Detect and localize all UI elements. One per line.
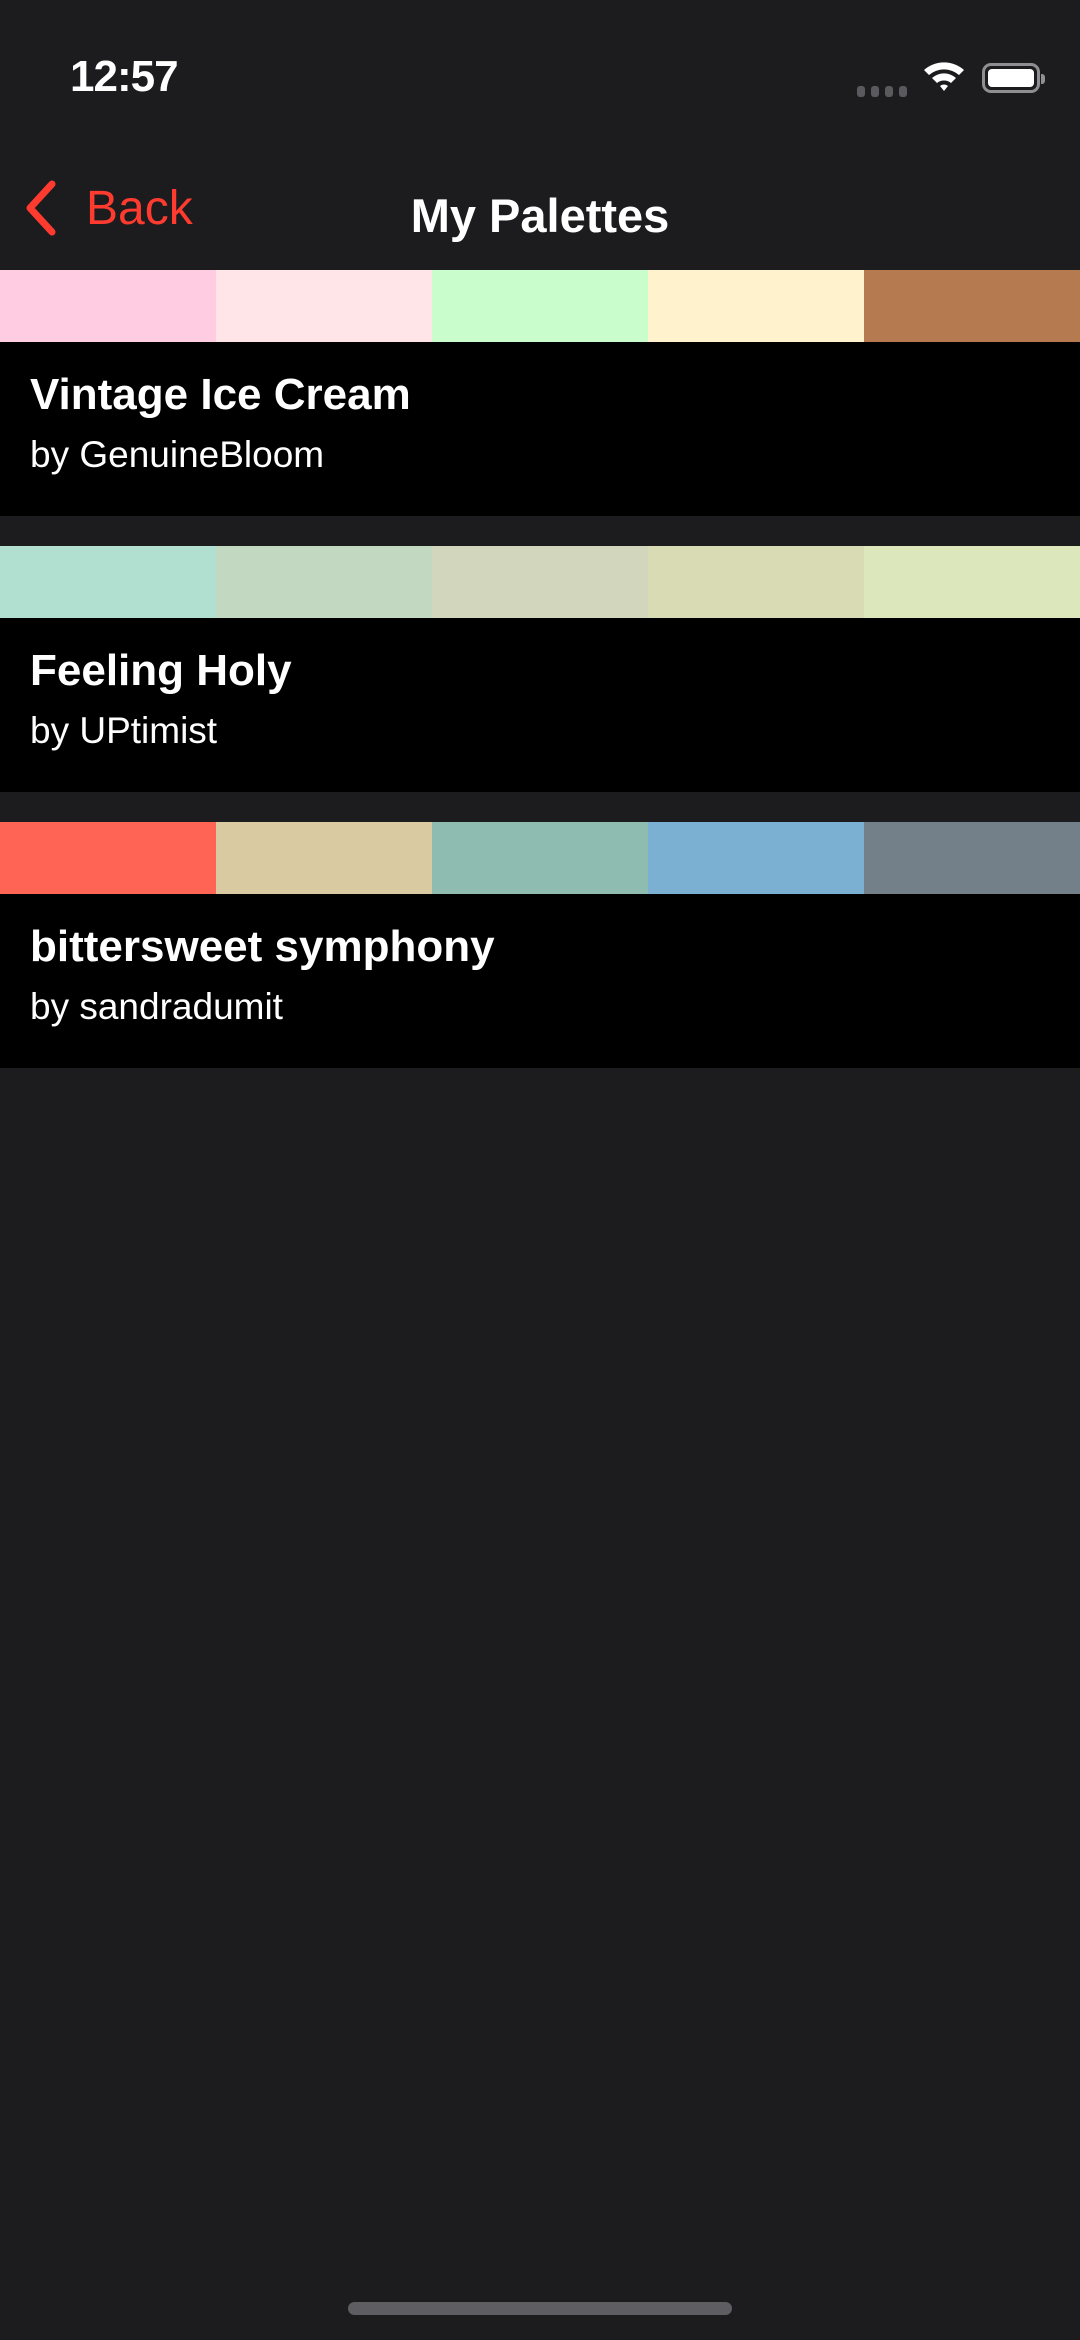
swatch <box>0 270 216 342</box>
swatch <box>648 546 864 618</box>
swatch <box>648 822 864 894</box>
palette-author: by GenuineBloom <box>30 434 325 475</box>
palette-author: by sandradumit <box>30 986 283 1027</box>
palette-name: bittersweet symphony <box>30 922 495 971</box>
swatch <box>216 546 432 618</box>
swatch <box>864 270 1080 342</box>
color-swatches <box>0 546 1080 618</box>
swatch <box>216 822 432 894</box>
swatch <box>864 546 1080 618</box>
color-swatches <box>0 822 1080 894</box>
color-swatches <box>0 270 1080 342</box>
swatch <box>0 546 216 618</box>
palette-name: Feeling Holy <box>30 646 292 695</box>
palette-item[interactable]: Vintage Ice Cream by GenuineBloom <box>0 270 1080 516</box>
status-bar: 12:57 <box>0 0 1080 150</box>
status-time: 12:57 <box>70 52 179 101</box>
wifi-icon <box>924 62 964 91</box>
swatch <box>432 270 648 342</box>
swatch <box>0 822 216 894</box>
swatch <box>216 270 432 342</box>
battery-icon <box>982 63 1045 93</box>
navigation-bar: Back My Palettes <box>0 160 1080 270</box>
palette-name: Vintage Ice Cream <box>30 370 411 419</box>
home-indicator[interactable] <box>348 2302 732 2315</box>
page-title: My Palettes <box>410 189 670 242</box>
palette-list: Vintage Ice Cream by GenuineBloom Feeling… <box>0 270 1080 1098</box>
cellular-signal-icon <box>857 86 907 97</box>
swatch <box>432 822 648 894</box>
swatch <box>864 822 1080 894</box>
palette-item[interactable]: bittersweet symphony by sandradumit <box>0 822 1080 1068</box>
swatch <box>648 270 864 342</box>
swatch <box>432 546 648 618</box>
palette-author: by UPtimist <box>30 710 218 751</box>
palette-item[interactable]: Feeling Holy by UPtimist <box>0 546 1080 792</box>
